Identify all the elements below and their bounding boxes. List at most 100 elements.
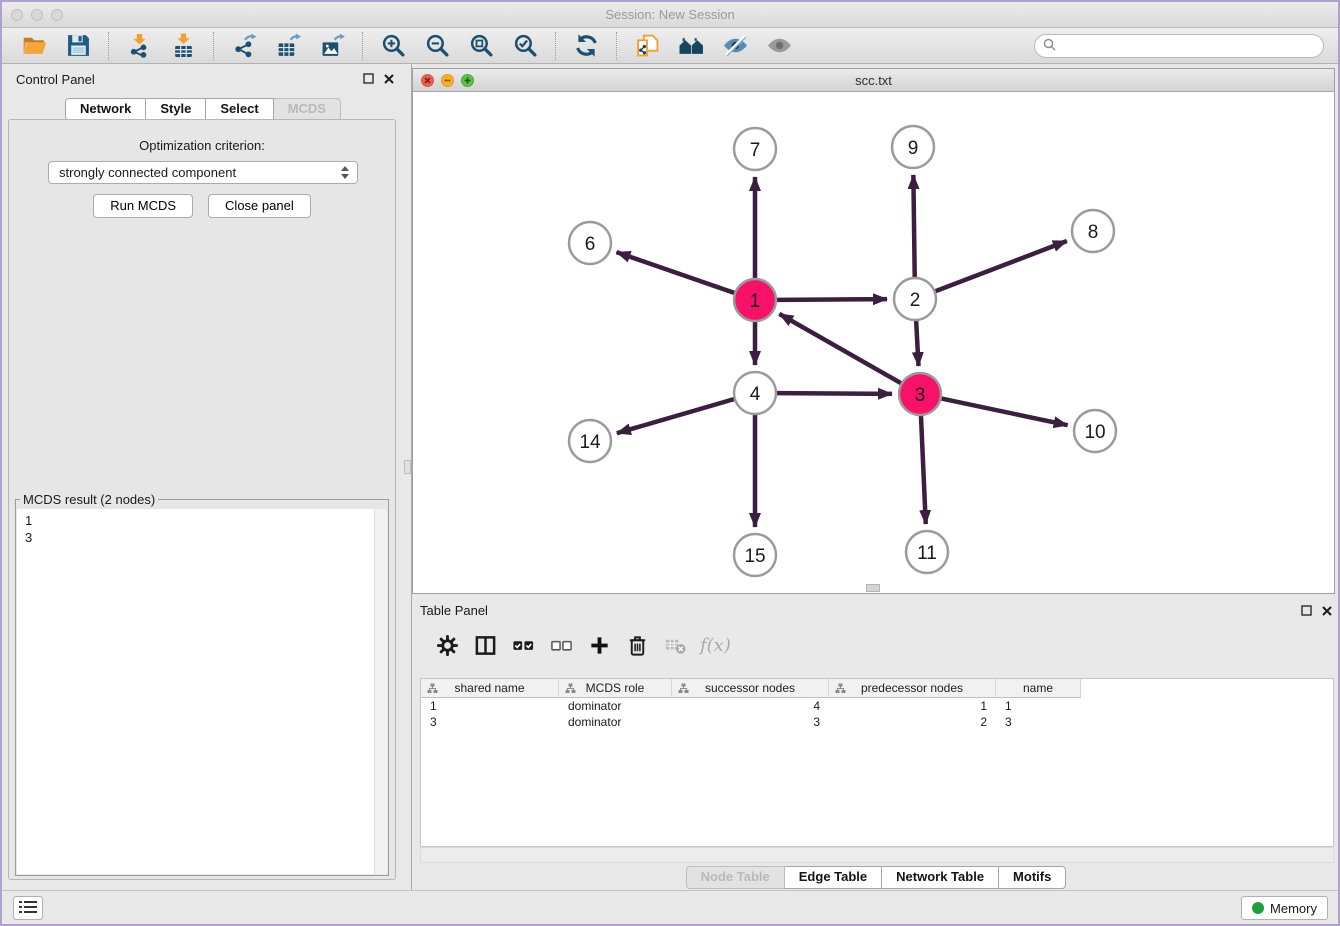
graph-node-6[interactable]: 6 — [569, 222, 611, 264]
run-mcds-button[interactable]: Run MCDS — [93, 194, 193, 218]
graph-node-4[interactable]: 4 — [734, 372, 776, 414]
optimization-criterion-select[interactable]: strongly connected component — [48, 161, 358, 184]
refresh-layout-button[interactable] — [573, 33, 599, 59]
table-hscrollbar[interactable] — [420, 847, 1334, 863]
float-panel-icon[interactable] — [363, 73, 374, 84]
search-input[interactable] — [1062, 38, 1315, 53]
apply-function-button[interactable]: f(x) — [700, 635, 731, 656]
graph-edge-3-11[interactable] — [920, 398, 926, 524]
toggle-columns-button[interactable] — [473, 633, 497, 657]
table-cell[interactable]: 3 — [996, 714, 1081, 730]
graph-node-1[interactable]: 1 — [734, 279, 776, 321]
table-cell[interactable]: 1 — [996, 698, 1081, 714]
save-session-button[interactable] — [65, 33, 91, 59]
table-cell[interactable]: 3 — [672, 714, 829, 730]
gear-icon — [436, 634, 459, 657]
graph-node-7[interactable]: 7 — [734, 128, 776, 170]
column-header-shared-name[interactable]: shared name — [421, 679, 559, 698]
show-panel-button[interactable] — [766, 33, 792, 59]
delete-row-button[interactable] — [625, 633, 649, 657]
graph-node-2[interactable]: 2 — [894, 278, 936, 320]
status-bar: Memory — [2, 890, 1338, 924]
column-header-successor-nodes[interactable]: successor nodes — [672, 679, 829, 698]
close-panel-button[interactable]: Close panel — [208, 194, 311, 218]
graph-edge-3-1[interactable] — [779, 314, 916, 392]
svg-text:6: 6 — [585, 234, 596, 255]
graph-node-11[interactable]: 11 — [906, 531, 948, 573]
network-window-titlebar[interactable]: scc.txt — [413, 69, 1334, 92]
column-header-predecessor-nodes[interactable]: predecessor nodes — [829, 679, 996, 698]
task-history-button[interactable] — [13, 896, 43, 920]
zoom-in-button[interactable] — [380, 33, 406, 59]
svg-text:10: 10 — [1084, 422, 1105, 443]
export-image-button[interactable] — [319, 33, 345, 59]
graph-node-3[interactable]: 3 — [899, 373, 941, 415]
tab-edge-table[interactable]: Edge Table — [785, 866, 882, 889]
graph-edge-4-3[interactable] — [759, 393, 892, 394]
import-network-icon — [127, 33, 152, 58]
node-table: shared nameMCDS rolesuccessor nodesprede… — [420, 678, 1334, 847]
deselect-all-button[interactable] — [549, 633, 573, 657]
table-row[interactable]: 3dominator323 — [421, 714, 1333, 730]
splitter-grip-icon[interactable] — [404, 460, 411, 474]
graph-edge-2-8[interactable] — [919, 241, 1067, 298]
tab-mcds[interactable]: MCDS — [274, 98, 341, 121]
import-table-button[interactable] — [170, 33, 196, 59]
app-window: Session: New Session Control Panel — [0, 0, 1340, 926]
tab-style[interactable]: Style — [146, 98, 206, 121]
select-all-icon — [512, 634, 535, 657]
home-button[interactable] — [678, 33, 704, 59]
zoom-out-button[interactable] — [424, 33, 450, 59]
result-scrollbar[interactable] — [374, 509, 387, 874]
open-session-button[interactable] — [21, 33, 47, 59]
network-canvas[interactable]: 7 9 6 8 1 2 4 3 14 10 15 11 — [413, 92, 1334, 593]
network-documents-button[interactable] — [634, 33, 660, 59]
close-panel-icon[interactable] — [384, 74, 394, 84]
svg-text:8: 8 — [1088, 222, 1099, 243]
delete-table-button[interactable] — [663, 633, 687, 657]
table-cell[interactable]: 2 — [829, 714, 996, 730]
zoom-fit-button[interactable] — [468, 33, 494, 59]
graph-node-15[interactable]: 15 — [734, 534, 776, 576]
export-table-button[interactable] — [275, 33, 301, 59]
column-settings-button[interactable] — [435, 633, 459, 657]
table-cell[interactable]: 3 — [421, 714, 559, 730]
column-header-name[interactable]: name — [996, 679, 1081, 698]
network-view-window: scc.txt 7 9 6 8 1 2 4 3 14 10 15 11 — [412, 68, 1335, 594]
table-cell[interactable]: 1 — [421, 698, 559, 714]
toolbar-separator — [362, 32, 363, 60]
close-panel-icon[interactable] — [1322, 606, 1332, 616]
tab-select[interactable]: Select — [206, 98, 273, 121]
zoom-selected-button[interactable] — [512, 33, 538, 59]
graph-edge-1-6[interactable] — [616, 252, 751, 299]
export-network-button[interactable] — [231, 33, 257, 59]
tab-node-table[interactable]: Node Table — [686, 866, 785, 889]
table-cell[interactable]: 1 — [829, 698, 996, 714]
tab-network[interactable]: Network — [65, 98, 146, 121]
graph-node-10[interactable]: 10 — [1074, 410, 1116, 452]
hide-panel-button[interactable] — [722, 33, 748, 59]
tab-motifs[interactable]: Motifs — [999, 866, 1066, 889]
tab-network-table[interactable]: Network Table — [882, 866, 999, 889]
graph-node-9[interactable]: 9 — [892, 126, 934, 168]
float-panel-icon[interactable] — [1301, 605, 1312, 616]
table-cell[interactable]: dominator — [559, 698, 672, 714]
graph-edge-3-10[interactable] — [924, 395, 1068, 425]
table-cell[interactable]: 4 — [672, 698, 829, 714]
toolbar-separator — [616, 32, 617, 60]
table-cell[interactable]: dominator — [559, 714, 672, 730]
canvas-resize-grip-icon[interactable] — [866, 584, 880, 592]
graph-edge-4-14[interactable] — [617, 394, 751, 433]
graph-edge-1-2[interactable] — [759, 299, 887, 300]
memory-button[interactable]: Memory — [1241, 896, 1328, 920]
column-header-mcds-role[interactable]: MCDS role — [559, 679, 672, 698]
mcds-result-list[interactable]: 13 — [17, 509, 374, 874]
select-all-button[interactable] — [511, 633, 535, 657]
import-network-button[interactable] — [126, 33, 152, 59]
table-row[interactable]: 1dominator411 — [421, 698, 1333, 714]
add-row-button[interactable] — [587, 633, 611, 657]
graph-node-8[interactable]: 8 — [1072, 210, 1114, 252]
graph-node-14[interactable]: 14 — [569, 420, 611, 462]
window-title: Session: New Session — [2, 7, 1338, 22]
optimization-criterion-label: Optimization criterion: — [9, 138, 395, 153]
